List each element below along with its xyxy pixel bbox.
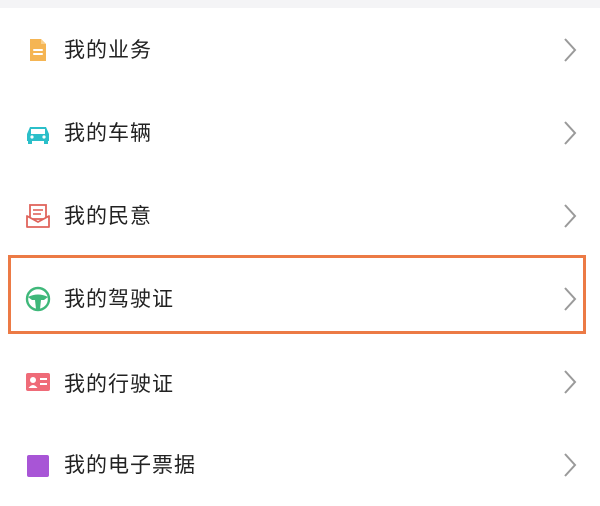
menu-item-label: 我的车辆 [64,121,152,145]
mailbox-icon [24,202,52,230]
menu-item-business[interactable]: 我的业务 [0,8,600,91]
menu-item-e-tickets[interactable]: 我的电子票据 [0,423,600,506]
menu-list: 我的业务 我的车辆 我的民意 我的驾驶证 我的行驶证 我的电子票据 [0,8,600,506]
chevron-right-icon [562,451,578,479]
chevron-right-icon [562,119,578,147]
top-strip [0,0,600,8]
menu-item-label: 我的业务 [64,38,152,62]
ticket-icon [24,451,52,479]
menu-item-driver-license[interactable]: 我的驾驶证 [0,257,600,340]
document-icon [24,36,52,64]
menu-item-vehicle-license[interactable]: 我的行驶证 [0,340,600,423]
chevron-right-icon [562,36,578,64]
menu-item-opinions[interactable]: 我的民意 [0,174,600,257]
chevron-right-icon [562,285,578,313]
menu-item-label: 我的电子票据 [64,453,196,477]
menu-item-vehicles[interactable]: 我的车辆 [0,91,600,174]
id-card-icon [24,368,52,396]
menu-item-label: 我的民意 [64,204,152,228]
chevron-right-icon [562,368,578,396]
menu-item-label: 我的行驶证 [64,372,174,396]
chevron-right-icon [562,202,578,230]
menu-item-label: 我的驾驶证 [64,287,174,311]
car-icon [24,119,52,147]
steering-wheel-icon [24,285,52,313]
